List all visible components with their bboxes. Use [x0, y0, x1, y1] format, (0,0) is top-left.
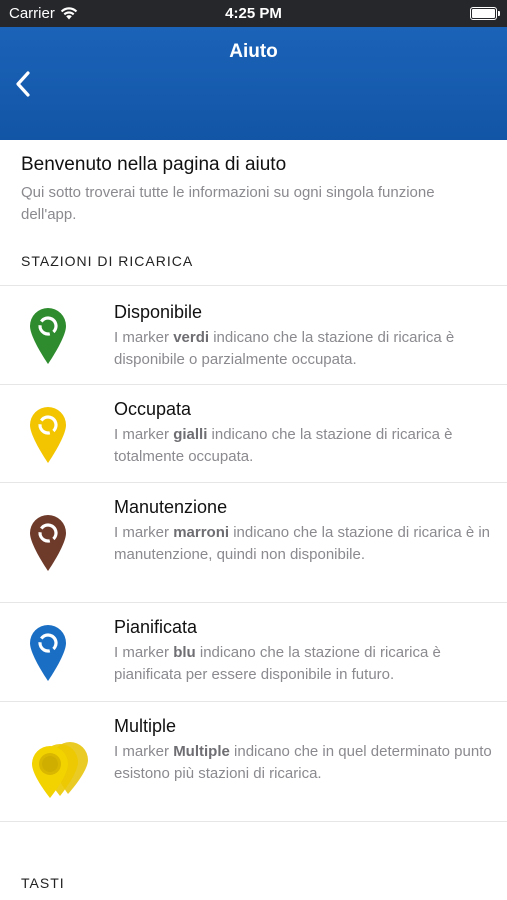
item-text: Pianificata I marker blu indicano che la… — [114, 617, 494, 686]
list-item-occupata: Occupata I marker gialli indicano che la… — [0, 385, 507, 483]
item-description: I marker Multiple indicano che in quel d… — [114, 743, 492, 782]
intro-subtitle: Qui sotto troverai tutte le informazioni… — [21, 184, 435, 223]
back-button[interactable] — [10, 67, 40, 101]
item-description: I marker gialli indicano che la stazione… — [114, 426, 453, 465]
blue-marker-icon — [30, 625, 66, 681]
clock: 4:25 PM — [225, 5, 282, 22]
item-description: I marker marroni indicano che la stazion… — [114, 524, 491, 563]
section-header-stations: STAZIONI DI RICARICA — [21, 253, 194, 269]
list-item-manutenzione: Manutenzione I marker marroni indicano c… — [0, 483, 507, 603]
item-label: Disponibile — [114, 302, 203, 322]
status-bar: Carrier 4:25 PM — [0, 0, 507, 27]
marker-list: Disponibile I marker verdi indicano che … — [0, 285, 507, 822]
item-label: Pianificata — [114, 617, 198, 637]
chevron-left-icon — [16, 71, 30, 97]
item-text: Multiple I marker Multiple indicano che … — [114, 716, 494, 785]
item-text: Manutenzione I marker marroni indicano c… — [114, 497, 494, 566]
list-item-pianificata: Pianificata I marker blu indicano che la… — [0, 603, 507, 702]
multiple-marker-icon — [32, 742, 88, 798]
item-label: Manutenzione — [114, 497, 228, 517]
navigation-bar: Aiuto — [0, 27, 507, 140]
yellow-marker-icon — [30, 407, 66, 463]
item-text: Occupata I marker gialli indicano che la… — [114, 399, 494, 468]
item-text: Disponibile I marker verdi indicano che … — [114, 302, 494, 371]
green-marker-icon — [30, 308, 66, 364]
page-title: Aiuto — [229, 41, 278, 62]
item-label: Occupata — [114, 399, 192, 419]
brown-marker-icon — [30, 515, 66, 571]
intro-block: Benvenuto nella pagina di aiuto Qui sott… — [21, 154, 481, 226]
list-item-multiple: Multiple I marker Multiple indicano che … — [0, 702, 507, 822]
section-header-buttons: TASTI — [21, 875, 65, 891]
battery-icon — [470, 7, 500, 20]
intro-heading: Benvenuto nella pagina di aiuto — [21, 154, 287, 175]
item-description: I marker blu indicano che la stazione di… — [114, 644, 441, 683]
list-item-disponibile: Disponibile I marker verdi indicano che … — [0, 286, 507, 385]
item-description: I marker verdi indicano che la stazione … — [114, 329, 455, 368]
item-label: Multiple — [114, 716, 177, 736]
